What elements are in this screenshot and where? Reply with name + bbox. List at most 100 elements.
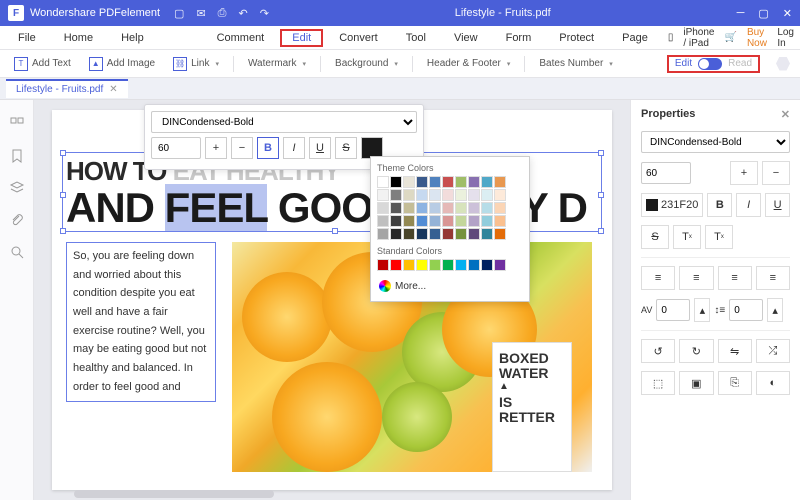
color-picker-popup: Theme Colors Standard Colors More... bbox=[370, 156, 530, 302]
line-spacing-input[interactable] bbox=[729, 299, 763, 321]
prop-superscript-button[interactable]: Tx bbox=[673, 225, 701, 249]
rainbow-icon bbox=[379, 280, 391, 292]
left-sidebar bbox=[0, 100, 34, 500]
add-text-button[interactable]: TAdd Text bbox=[10, 55, 75, 73]
more-colors-button[interactable]: More... bbox=[377, 277, 523, 295]
menu-edit[interactable]: Edit bbox=[280, 29, 323, 47]
crop-button[interactable]: ⬚ bbox=[641, 371, 675, 395]
link-button[interactable]: ⛓Link bbox=[169, 55, 223, 73]
prop-color-button[interactable]: 231F20 bbox=[641, 193, 703, 217]
increase-size-button[interactable]: + bbox=[205, 137, 227, 159]
add-image-button[interactable]: ▲Add Image bbox=[85, 55, 159, 73]
mobile-icon: ▯ bbox=[668, 32, 674, 43]
properties-title: Properties bbox=[641, 108, 695, 121]
menu-protect[interactable]: Protect bbox=[547, 29, 606, 47]
bookmark-icon[interactable] bbox=[9, 148, 25, 164]
close-icon[interactable]: ✕ bbox=[783, 7, 792, 20]
replace-button[interactable]: ▣ bbox=[679, 371, 713, 395]
titlebar-quick-icons: ▢ ✉ ⎙ ↶ ↷ bbox=[174, 7, 269, 20]
settings-icon[interactable] bbox=[776, 57, 790, 71]
app-name: Wondershare PDFelement bbox=[30, 7, 160, 19]
layers-icon[interactable] bbox=[9, 180, 25, 196]
document-title: Lifestyle - Fruits.pdf bbox=[269, 7, 737, 19]
undo-icon[interactable]: ↶ bbox=[238, 7, 247, 20]
menu-convert[interactable]: Convert bbox=[327, 29, 390, 47]
rotate-cw-button[interactable]: ↻ bbox=[679, 339, 713, 363]
iphone-link[interactable]: iPhone / iPad bbox=[683, 27, 714, 49]
toggle-switch[interactable] bbox=[698, 58, 722, 70]
folder-icon[interactable]: ▢ bbox=[174, 7, 184, 20]
mode-edit-label: Edit bbox=[675, 58, 692, 69]
bates-number-button[interactable]: Bates Number bbox=[535, 56, 616, 71]
char-spacing-input[interactable] bbox=[656, 299, 690, 321]
underline-button[interactable]: U bbox=[309, 137, 331, 159]
font-size-input[interactable] bbox=[151, 137, 201, 159]
thumbnails-icon[interactable] bbox=[9, 116, 25, 132]
edit-toolbar: TAdd Text ▲Add Image ⛓Link Watermark Bac… bbox=[0, 50, 800, 78]
menu-page[interactable]: Page bbox=[610, 29, 660, 47]
menu-help[interactable]: Help bbox=[109, 29, 156, 47]
titlebar: F Wondershare PDFelement ▢ ✉ ⎙ ↶ ↷ Lifes… bbox=[0, 0, 800, 26]
prop-strikethrough-button[interactable]: S bbox=[641, 225, 669, 249]
theme-colors-label: Theme Colors bbox=[377, 163, 523, 173]
align-center-button[interactable]: ≡ bbox=[679, 266, 713, 290]
opacity-button[interactable]: ◐ bbox=[756, 371, 790, 395]
extract-button[interactable]: ⎘ bbox=[718, 371, 752, 395]
char-spacing-icon: AV bbox=[641, 305, 652, 315]
bold-button[interactable]: B bbox=[257, 137, 279, 159]
flip-v-button[interactable]: ⤮ bbox=[756, 339, 790, 363]
horizontal-scrollbar[interactable] bbox=[74, 490, 274, 498]
font-family-select[interactable]: DINCondensed-Bold bbox=[151, 111, 417, 133]
italic-button[interactable]: I bbox=[283, 137, 305, 159]
tab-close-icon[interactable]: ✕ bbox=[109, 84, 117, 95]
body-text-block[interactable]: So, you are feeling down and worried abo… bbox=[66, 242, 216, 402]
document-tab[interactable]: Lifestyle - Fruits.pdf ✕ bbox=[6, 79, 128, 98]
canvas[interactable]: HOW TO EAT HEALTHY AND FEEL GOOD RY D So… bbox=[34, 100, 630, 500]
align-left-button[interactable]: ≡ bbox=[641, 266, 675, 290]
strikethrough-button[interactable]: S bbox=[335, 137, 357, 159]
prop-decrease-button[interactable]: − bbox=[762, 161, 790, 185]
rotate-ccw-button[interactable]: ↺ bbox=[641, 339, 675, 363]
search-icon[interactable] bbox=[9, 244, 25, 260]
flip-h-button[interactable]: ⇋ bbox=[718, 339, 752, 363]
redo-icon[interactable]: ↷ bbox=[260, 7, 269, 20]
mode-read-label: Read bbox=[728, 58, 752, 69]
prop-italic-button[interactable]: I bbox=[736, 193, 761, 217]
prop-size-input[interactable] bbox=[641, 162, 691, 184]
header-footer-button[interactable]: Header & Footer bbox=[423, 56, 514, 71]
edit-read-toggle[interactable]: Edit Read bbox=[667, 55, 760, 73]
align-right-button[interactable]: ≡ bbox=[718, 266, 752, 290]
spacing-stepper[interactable]: ▴ bbox=[694, 298, 710, 322]
color-swatch[interactable] bbox=[377, 176, 389, 188]
text-icon: T bbox=[14, 57, 28, 71]
save-icon[interactable]: ✉ bbox=[196, 7, 205, 20]
minimize-icon[interactable]: ─ bbox=[737, 7, 745, 20]
menu-home[interactable]: Home bbox=[52, 29, 105, 47]
menu-view[interactable]: View bbox=[442, 29, 490, 47]
menu-tool[interactable]: Tool bbox=[394, 29, 438, 47]
attachment-icon[interactable] bbox=[9, 212, 25, 228]
menu-form[interactable]: Form bbox=[494, 29, 544, 47]
line-spacing-icon: ↕≡ bbox=[714, 305, 725, 316]
menu-file[interactable]: File bbox=[6, 29, 48, 47]
prop-bold-button[interactable]: B bbox=[707, 193, 732, 217]
image-icon: ▲ bbox=[89, 57, 103, 71]
app-logo-icon: F bbox=[8, 5, 24, 21]
prop-font-select[interactable]: DINCondensed-Bold bbox=[641, 131, 790, 153]
standard-color-row bbox=[377, 259, 523, 271]
watermark-button[interactable]: Watermark bbox=[244, 56, 310, 71]
properties-close-icon[interactable]: ✕ bbox=[781, 108, 790, 121]
decrease-size-button[interactable]: − bbox=[231, 137, 253, 159]
leading-stepper[interactable]: ▴ bbox=[767, 298, 783, 322]
prop-subscript-button[interactable]: Tx bbox=[705, 225, 733, 249]
buy-now-link[interactable]: Buy Now bbox=[747, 27, 767, 49]
align-justify-button[interactable]: ≡ bbox=[756, 266, 790, 290]
link-icon: ⛓ bbox=[173, 57, 187, 71]
menu-comment[interactable]: Comment bbox=[205, 29, 277, 47]
prop-increase-button[interactable]: + bbox=[730, 161, 758, 185]
background-button[interactable]: Background bbox=[331, 56, 402, 71]
print-icon[interactable]: ⎙ bbox=[218, 7, 227, 20]
prop-underline-button[interactable]: U bbox=[765, 193, 790, 217]
login-link[interactable]: Log In bbox=[777, 27, 794, 49]
maximize-icon[interactable]: ▢ bbox=[758, 7, 768, 20]
